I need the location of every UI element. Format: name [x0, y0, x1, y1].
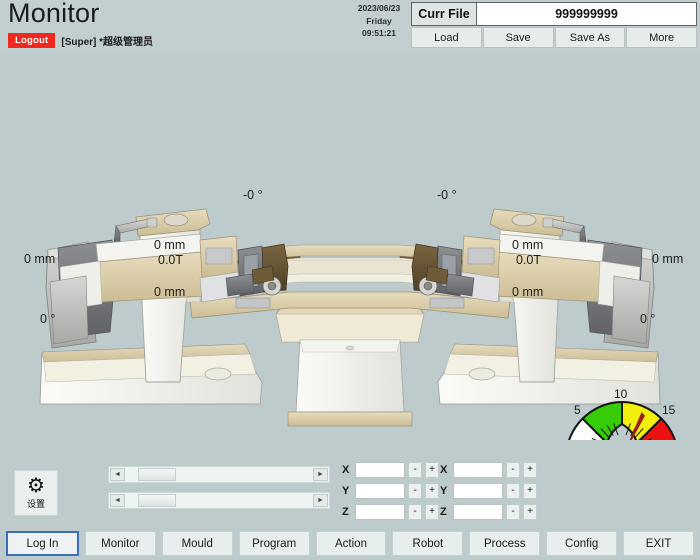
nav-item-action[interactable]: Action	[315, 531, 387, 556]
viewport-label-left-angle-top: -0 °	[243, 188, 263, 202]
nav-item-monitor[interactable]: Monitor	[84, 531, 156, 556]
monitor-screen: Monitor Logout [Super] *超级管理员 2023/06/23…	[0, 0, 700, 560]
viewport-label-right-stroke-mm: 0 mm	[512, 238, 544, 252]
viewport-label-left-angle-bot: 0 °	[40, 312, 56, 326]
header-bar: Monitor Logout [Super] *超级管理员 2023/06/23…	[0, 0, 700, 52]
nav-item-config[interactable]: Config	[546, 531, 618, 556]
axis-minus-y-2[interactable]: -	[506, 483, 520, 499]
axis-input-x-2[interactable]	[453, 462, 503, 478]
load-button[interactable]: Load	[411, 27, 482, 48]
gauge-tick-10: 10	[614, 388, 628, 401]
axis-minus-z-1[interactable]: -	[408, 504, 422, 520]
axis-minus-y-1[interactable]: -	[408, 483, 422, 499]
bottom-nav-bar: Log In Monitor Mould Program Action Robo…	[0, 531, 700, 560]
logout-button[interactable]: Logout	[8, 33, 56, 48]
scrollbar-2-thumb[interactable]	[138, 494, 176, 507]
viewport-label-left-tonnage: 0.0T	[158, 253, 184, 267]
nav-item-robot[interactable]: Robot	[392, 531, 464, 556]
axis-input-z-2[interactable]	[453, 504, 503, 520]
settings-button[interactable]: ⚙ 设置	[14, 470, 58, 516]
scrollbar-1-thumb[interactable]	[138, 468, 176, 481]
viewport-label-left-stroke-mm: 0 mm	[154, 238, 186, 252]
date-text: 2023/06/23	[357, 3, 401, 13]
weekday-text: Friday	[366, 15, 392, 26]
axis-label-x-2: X	[440, 464, 448, 476]
axis-group-1: X - + Y - + Z - +	[342, 462, 439, 520]
nav-item-process[interactable]: Process	[469, 531, 541, 556]
viewport-label-right-angle-top: -0 °	[437, 188, 457, 202]
axis-plus-z-1[interactable]: +	[425, 504, 439, 520]
nav-item-log-in[interactable]: Log In	[6, 531, 79, 556]
axis-input-x-1[interactable]	[355, 462, 405, 478]
nav-item-program[interactable]: Program	[238, 531, 310, 556]
user-session-line: Logout [Super] *超级管理员	[8, 33, 153, 48]
scrollbar-1-left-arrow-icon[interactable]: ◄	[110, 468, 125, 481]
viewport-label-right-lower-mm: 0 mm	[512, 285, 544, 299]
axis-label-x-1: X	[342, 464, 350, 476]
viewport-label-right-outer-mm: 0 mm	[652, 252, 684, 266]
scrollbar-2-right-arrow-icon[interactable]: ►	[313, 494, 328, 507]
axis-minus-z-2[interactable]: -	[506, 504, 520, 520]
axis-plus-z-2[interactable]: +	[523, 504, 537, 520]
axis-plus-y-2[interactable]: +	[523, 483, 537, 499]
current-file-value[interactable]: 999999999	[477, 2, 697, 26]
save-as-button[interactable]: Save As	[554, 27, 626, 48]
gear-icon: ⚙	[27, 475, 45, 497]
axis-input-y-1[interactable]	[355, 483, 405, 499]
scrollbar-1-right-arrow-icon[interactable]: ►	[313, 468, 328, 481]
gauge-tick-15: 15	[662, 403, 676, 417]
viewport-label-right-tonnage: 0.0T	[516, 253, 542, 267]
axis-plus-x-1[interactable]: +	[425, 462, 439, 478]
axis-row-z-2: Z - +	[440, 504, 537, 520]
axis-row-y-1: Y - +	[342, 483, 439, 499]
axis-label-z-2: Z	[440, 506, 447, 518]
axis-row-x-2: X - +	[440, 462, 537, 478]
axis-input-z-1[interactable]	[355, 504, 405, 520]
viewport-label-left-lower-mm: 0 mm	[154, 285, 186, 299]
axis-label-z-1: Z	[342, 506, 349, 518]
axis-label-y-2: Y	[440, 485, 448, 497]
axis-input-y-2[interactable]	[453, 483, 503, 499]
axis-row-x-1: X - +	[342, 462, 439, 478]
axis-group-2: X - + Y - + Z - +	[440, 462, 537, 520]
more-button[interactable]: More	[626, 27, 697, 48]
file-actions-row: Load Save Save As More	[411, 27, 697, 48]
axis-minus-x-2[interactable]: -	[506, 462, 520, 478]
nav-item-exit[interactable]: EXIT	[623, 531, 695, 556]
page-title: Monitor	[8, 0, 100, 28]
machine-3d-illustration	[39, 208, 661, 427]
settings-button-label: 设置	[26, 499, 45, 509]
slider-stack: ◄ ► ◄ ►	[108, 466, 330, 518]
viewport-label-left-outer-mm: 0 mm	[24, 252, 56, 266]
axis-label-y-1: Y	[342, 485, 350, 497]
nav-item-mould[interactable]: Mould	[161, 531, 233, 556]
scrollbar-2-left-arrow-icon[interactable]: ◄	[110, 494, 125, 507]
axis-row-z-1: Z - +	[342, 504, 439, 520]
gauge-tick-5: 5	[574, 403, 581, 417]
axis-plus-x-2[interactable]: +	[523, 462, 537, 478]
current-file-row: Curr File 999999999	[411, 2, 697, 26]
current-file-label: Curr File	[411, 2, 477, 26]
save-button[interactable]: Save	[482, 27, 554, 48]
scrollbar-2[interactable]: ◄ ►	[108, 492, 330, 509]
scrollbar-1[interactable]: ◄ ►	[108, 466, 330, 483]
axis-minus-x-1[interactable]: -	[408, 462, 422, 478]
datetime-display: 2023/06/23 Friday 09:51:21	[352, 2, 406, 40]
current-user-label: [Super] *超级管理员	[61, 37, 154, 48]
machine-viewport[interactable]: 0 mm -0 ° 0 mm 0.0T 0 mm 0 ° -0 ° 0 mm 0…	[0, 52, 700, 440]
time-text: 09:51:21	[361, 28, 397, 38]
axis-plus-y-1[interactable]: +	[425, 483, 439, 499]
axis-row-y-2: Y - +	[440, 483, 537, 499]
viewport-label-right-angle-bot: 0 °	[640, 312, 656, 326]
